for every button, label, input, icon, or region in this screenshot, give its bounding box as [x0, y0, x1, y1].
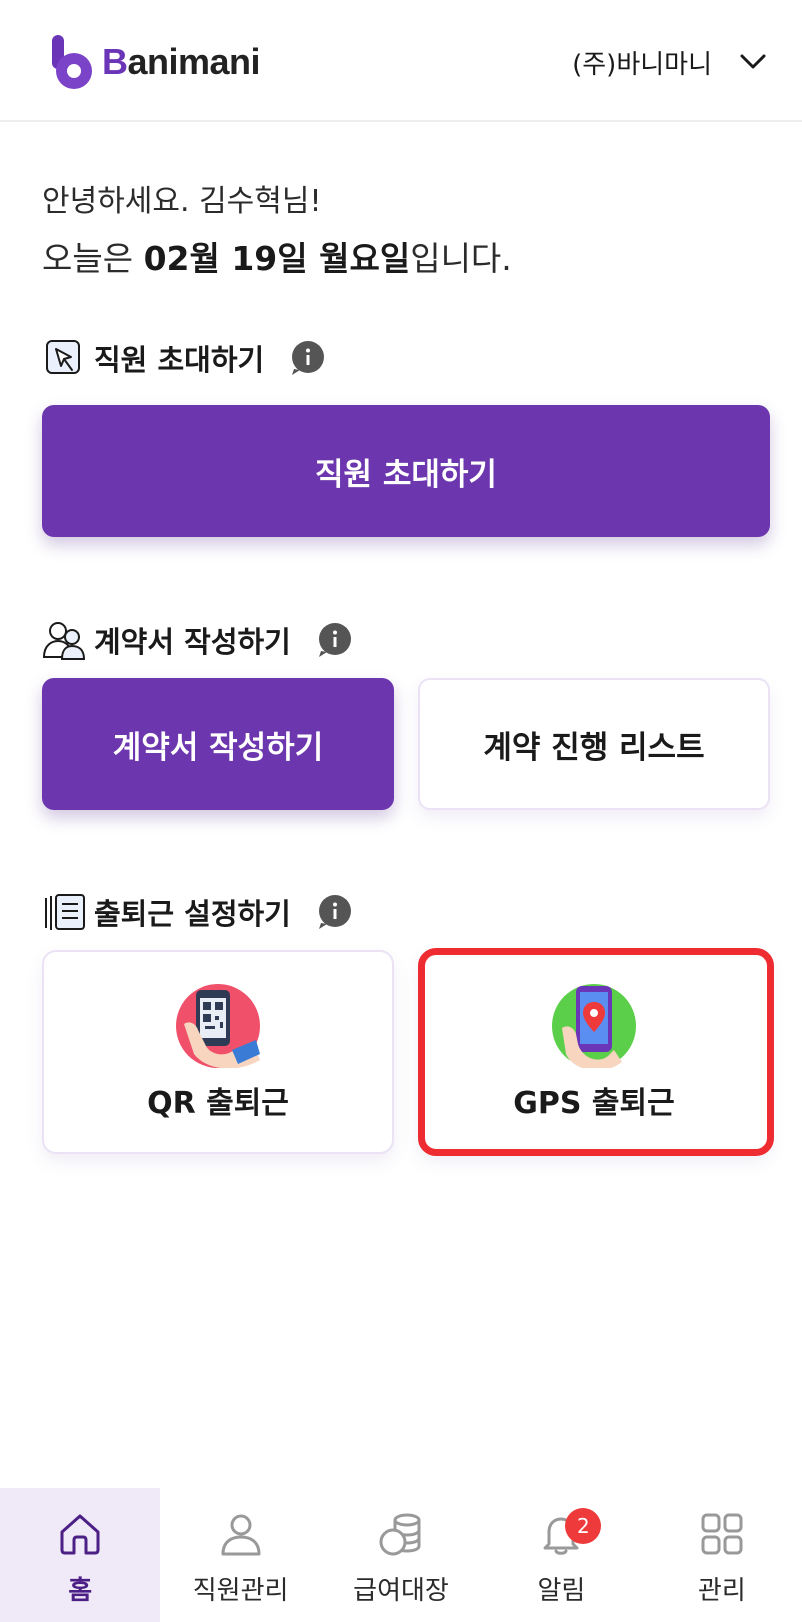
nav-item-employees[interactable]: 직원관리 — [160, 1488, 320, 1622]
person-icon — [221, 1514, 261, 1556]
chevron-down-icon — [740, 54, 766, 69]
attendance-section-title: 출퇴근 설정하기 — [42, 890, 353, 934]
contract-list-button[interactable]: 계약 진행 리스트 — [418, 678, 770, 810]
logo-text: Banimani — [102, 41, 261, 82]
qr-attendance-card[interactable]: QR 출퇴근 — [42, 950, 394, 1154]
nav-label-payroll: 급여대장 — [353, 1576, 449, 1606]
write-contract-button[interactable]: 계약서 작성하기 — [42, 678, 394, 810]
info-icon[interactable] — [315, 621, 353, 659]
app-header: Banimani (주)바니마니 — [0, 0, 802, 122]
notification-badge: 2 — [565, 1508, 602, 1544]
gps-attendance-label: GPS 출퇴근 — [513, 1086, 675, 1121]
invite-employee-button[interactable]: 직원 초대하기 — [42, 405, 770, 537]
document-list-icon — [42, 890, 86, 934]
company-selector[interactable]: (주)바니마니 — [572, 40, 766, 84]
nav-item-payroll[interactable]: 급여대장 — [321, 1488, 481, 1622]
nav-label-notifications: 알림 — [537, 1576, 586, 1606]
logo-mark-icon — [52, 35, 92, 89]
gps-phone-icon — [552, 984, 636, 1068]
banimani-logo[interactable]: Banimani — [50, 32, 261, 92]
bottom-navigation: 홈 직원관리 급여대장 2 알림 관리 — [0, 1488, 802, 1622]
info-icon[interactable] — [288, 339, 326, 377]
qr-attendance-label: QR 출퇴근 — [147, 1086, 289, 1121]
qr-phone-icon — [176, 984, 260, 1068]
greeting-line: 안녕하세요. 김수혁님! — [42, 184, 322, 219]
nav-label-employees: 직원관리 — [192, 1576, 289, 1606]
invite-section-title: 직원 초대하기 — [42, 336, 326, 380]
info-icon[interactable] — [315, 893, 353, 931]
nav-label-home: 홈 — [68, 1576, 93, 1606]
invite-icon — [42, 336, 86, 380]
people-icon — [42, 618, 86, 662]
home-icon — [60, 1514, 100, 1555]
nav-label-manage: 관리 — [697, 1576, 746, 1606]
nav-item-notifications[interactable]: 2 알림 — [481, 1488, 641, 1622]
today-date: 02월 19일 월요일 — [143, 239, 411, 278]
coins-icon — [379, 1513, 421, 1556]
nav-item-manage[interactable]: 관리 — [642, 1488, 802, 1622]
contract-section-title: 계약서 작성하기 — [42, 618, 353, 662]
grid-icon — [701, 1513, 743, 1555]
date-line: 오늘은 02월 19일 월요일입니다. — [42, 239, 512, 278]
gps-attendance-card[interactable]: GPS 출퇴근 — [418, 950, 770, 1154]
nav-item-home[interactable]: 홈 — [0, 1488, 161, 1622]
company-name: (주)바니마니 — [572, 49, 712, 80]
